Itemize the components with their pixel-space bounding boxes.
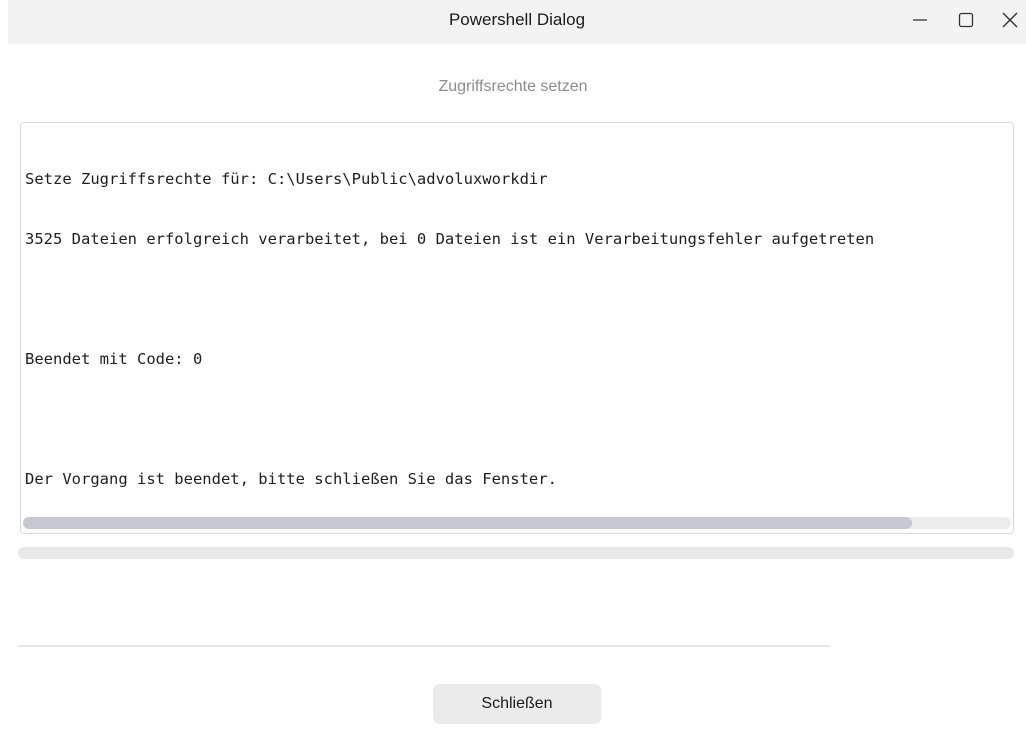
divider [18, 645, 830, 647]
console-line: Beendet mit Code: 0 [25, 350, 203, 368]
close-icon [1001, 11, 1019, 29]
maximize-icon [958, 12, 974, 28]
powershell-dialog-window: Powershell Dialog Zugriffsrechte setzen … [0, 0, 1026, 743]
horizontal-scrollbar-thumb[interactable] [23, 517, 913, 529]
minimize-button[interactable] [900, 0, 940, 40]
horizontal-scrollbar[interactable] [23, 517, 1011, 529]
maximize-button[interactable] [946, 0, 986, 40]
window-title: Powershell Dialog [448, 10, 586, 29]
console-line: Setze Zugriffsrechte für: C:\Users\Publi… [25, 170, 548, 188]
console-line: Der Vorgang ist beendet, bitte schließen… [25, 470, 557, 488]
console-line: 3525 Dateien erfolgreich verarbeitet, be… [25, 230, 875, 248]
dialog-subtitle: Zugriffsrechte setzen [438, 78, 588, 95]
console-text: Setze Zugriffsrechte für: C:\Users\Publi… [25, 129, 1013, 529]
title-bar[interactable]: Powershell Dialog [8, 0, 1026, 44]
close-button[interactable]: Schließen [433, 684, 601, 724]
console-output[interactable]: Setze Zugriffsrechte für: C:\Users\Publi… [20, 122, 1014, 534]
minimize-icon [912, 12, 928, 28]
close-window-button[interactable] [990, 0, 1026, 40]
progress-bar [18, 547, 1014, 559]
